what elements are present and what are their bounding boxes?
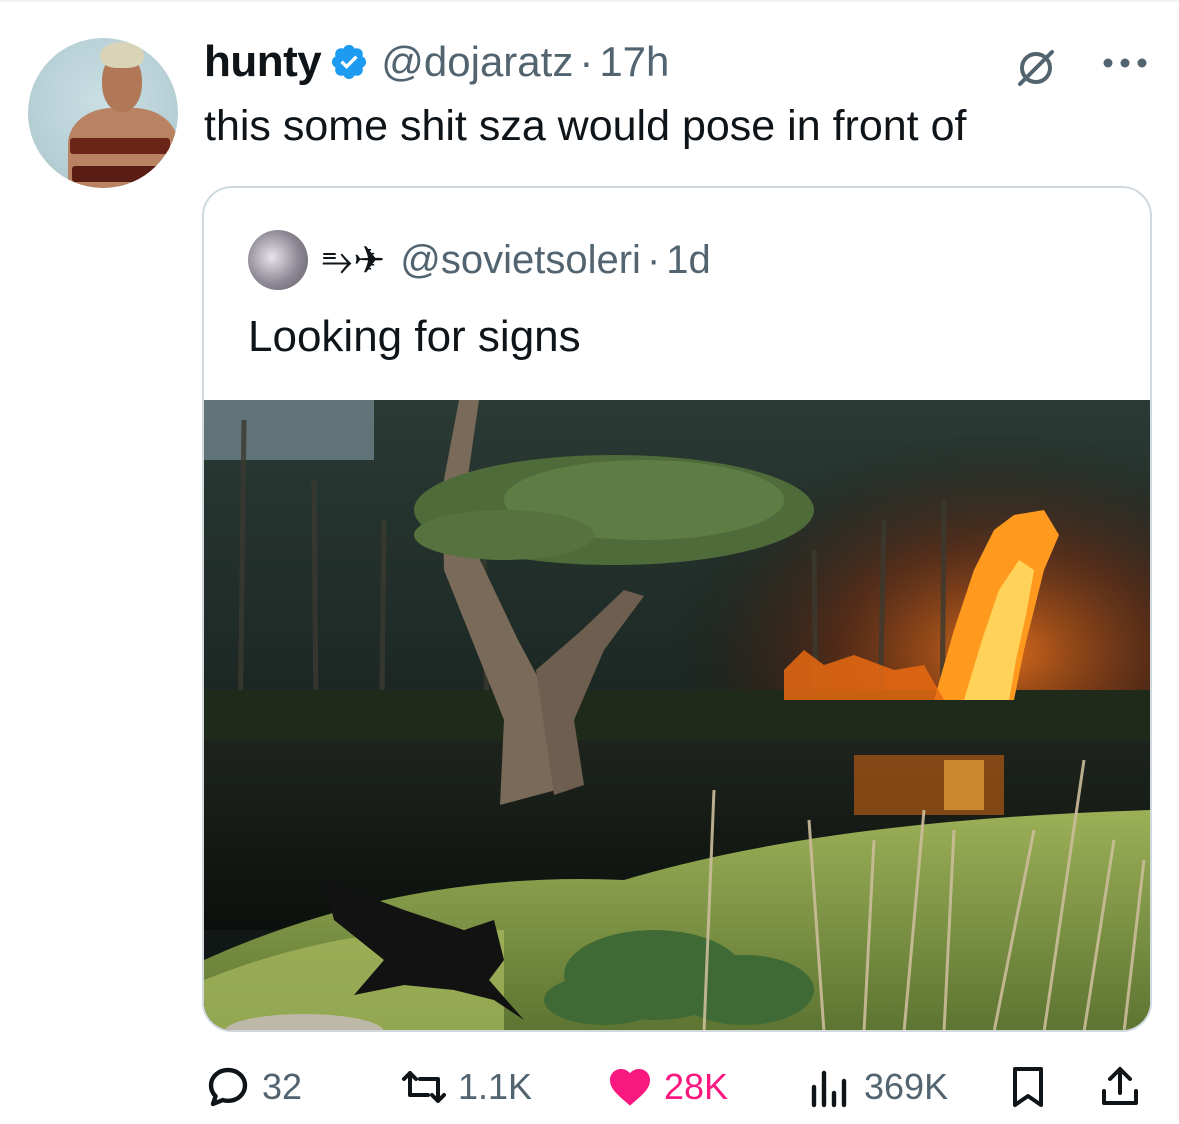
reply-icon xyxy=(208,1067,248,1107)
bookmark-button[interactable] xyxy=(1004,1058,1052,1116)
repost-count: 1.1K xyxy=(458,1066,533,1107)
tweet-text: this some shit sza would pose in front o… xyxy=(204,102,967,150)
repost-icon xyxy=(402,1071,446,1103)
share-button[interactable] xyxy=(1096,1058,1144,1116)
quoted-author-name[interactable]: ⥱✈ xyxy=(322,238,386,283)
avatar-strap-shape xyxy=(70,138,170,154)
top-divider xyxy=(0,0,1179,2)
more-icon[interactable] xyxy=(1100,56,1150,70)
share-icon xyxy=(1102,1067,1138,1105)
author-name[interactable]: hunty xyxy=(204,37,322,87)
action-bar: 32 1.1K 28K 369K xyxy=(0,1058,1179,1116)
like-count: 28K xyxy=(664,1066,729,1107)
tweet-header: hunty @dojaratz · 17h xyxy=(204,34,669,90)
quoted-author-handle[interactable]: @sovietsoleri xyxy=(400,238,641,283)
separator-dot: · xyxy=(579,38,594,85)
views-count: 369K xyxy=(864,1066,949,1107)
quoted-tweet[interactable]: ⥱✈ @sovietsoleri · 1d Looking for signs xyxy=(202,186,1152,1032)
author-avatar[interactable] xyxy=(28,38,178,188)
quoted-tweet-text: Looking for signs xyxy=(248,312,581,361)
views-button[interactable]: 369K xyxy=(806,1058,948,1116)
views-icon xyxy=(811,1070,847,1108)
quoted-author-avatar[interactable] xyxy=(248,230,308,290)
separator-dot: · xyxy=(646,237,661,282)
quoted-tweet-time: 1d xyxy=(666,237,711,282)
quoted-tweet-header: ⥱✈ @sovietsoleri · 1d xyxy=(322,232,711,288)
reply-count: 32 xyxy=(262,1066,303,1107)
avatar-hair-shape xyxy=(100,42,144,68)
verified-badge-icon[interactable] xyxy=(329,42,369,82)
bookmark-icon xyxy=(1013,1067,1043,1107)
avatar-strap-shape xyxy=(72,166,172,182)
heart-icon xyxy=(610,1069,650,1106)
like-button[interactable]: 28K xyxy=(606,1058,728,1116)
repost-button[interactable]: 1.1K xyxy=(400,1058,532,1116)
quoted-tweet-image[interactable] xyxy=(204,400,1150,1032)
grok-icon[interactable] xyxy=(1012,44,1060,92)
reply-button[interactable]: 32 xyxy=(204,1058,302,1116)
tweet-time[interactable]: 17h xyxy=(599,38,669,86)
author-handle[interactable]: @dojaratz xyxy=(381,38,573,86)
